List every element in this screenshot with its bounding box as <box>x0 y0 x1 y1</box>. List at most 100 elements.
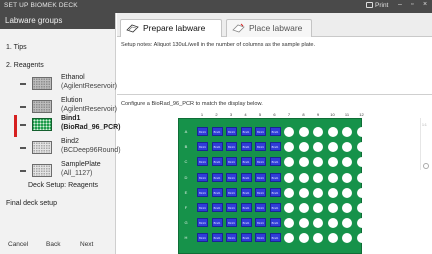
group-tips[interactable]: 1. Tips <box>6 44 27 51</box>
well-empty <box>356 203 367 213</box>
reagent-item-bind2[interactable]: Bind2 (BCDeep96Round) <box>20 138 121 160</box>
zoom-icon[interactable] <box>423 163 429 169</box>
well-filled: Bind1 <box>269 142 281 152</box>
next-button[interactable]: Next <box>80 241 93 248</box>
well-filled: Bind1 <box>197 172 208 182</box>
well-empty <box>298 187 309 198</box>
tab-prepare-labware[interactable]: Prepare labware <box>120 19 222 37</box>
column-label: 5 <box>258 112 262 117</box>
final-deck-setup[interactable]: Final deck setup <box>6 200 57 207</box>
column-label: 6 <box>273 112 276 117</box>
well-empty <box>342 187 352 198</box>
printer-icon <box>366 2 373 8</box>
column-label: 12 <box>359 112 364 117</box>
column-label: 8 <box>302 112 305 117</box>
well-filled: Bind1 <box>255 233 266 243</box>
well-empty <box>313 203 323 213</box>
row-label: B <box>184 144 188 150</box>
well-empty <box>356 127 367 137</box>
labware-icon <box>126 24 139 33</box>
well-filled: Bind1 <box>255 127 266 136</box>
back-button[interactable]: Back <box>46 241 60 248</box>
reagent-item-sampleplate[interactable]: SamplePlate (All_1127) <box>20 161 116 183</box>
reservoir-thumbnail <box>32 100 52 113</box>
close-button[interactable]: × <box>423 1 427 8</box>
group-reagents[interactable]: 2. Reagents <box>6 62 44 69</box>
reagent-labware: (All_1127) <box>61 169 93 177</box>
well-filled: Bind1 <box>211 142 223 152</box>
well-empty <box>298 157 309 168</box>
well-empty <box>356 218 367 229</box>
well-empty <box>284 172 294 183</box>
print-label: Print <box>375 2 389 9</box>
row-label: C <box>184 159 188 165</box>
well-filled: Bind1 <box>226 142 237 152</box>
well-empty <box>327 142 338 153</box>
dash-icon <box>20 170 26 172</box>
well-empty <box>298 142 309 153</box>
well-filled: Bind1 <box>255 157 266 167</box>
well-empty <box>313 127 323 137</box>
column-label: 10 <box>330 112 335 117</box>
reagent-name: SamplePlate <box>61 161 101 168</box>
well-empty <box>356 233 367 244</box>
well-empty <box>284 187 294 198</box>
reagent-labware: (AgilentReservoir) <box>61 82 118 90</box>
well-empty <box>327 233 338 244</box>
well-empty <box>356 187 367 198</box>
configure-instruction: Configure a BioRad_96_PCR to match the d… <box>121 101 263 107</box>
dash-icon <box>20 83 26 85</box>
zoom-label: 1:1 <box>422 123 427 127</box>
column-label: 2 <box>215 112 218 117</box>
well-filled: Bind1 <box>211 187 223 197</box>
well-filled: Bind1 <box>226 218 237 228</box>
print-button[interactable]: Print <box>366 2 388 9</box>
tab-place-labware[interactable]: Place labware <box>226 19 312 37</box>
well-filled: Bind1 <box>226 157 237 167</box>
minimize-button[interactable]: – <box>398 1 402 8</box>
well-filled: Bind1 <box>240 218 252 228</box>
well-filled: Bind1 <box>211 127 223 136</box>
well-filled: Bind1 <box>269 172 281 182</box>
well-filled: Bind1 <box>255 203 266 212</box>
window-title: SET UP BIOMEK DECK <box>4 2 78 9</box>
reagent-labware: (AgilentReservoir) <box>61 105 118 113</box>
well-filled: Bind1 <box>226 203 237 212</box>
well-empty <box>298 127 309 137</box>
well-filled: Bind1 <box>197 218 208 228</box>
well-empty <box>327 157 338 168</box>
well-filled: Bind1 <box>240 172 252 182</box>
well-filled: Bind1 <box>226 127 237 136</box>
reagent-item-bind1[interactable]: Bind1 (BioRad_96_PCR) <box>20 115 121 137</box>
well-filled: Bind1 <box>240 203 252 212</box>
well-filled: Bind1 <box>226 187 237 197</box>
well-filled: Bind1 <box>269 233 281 243</box>
setup-notes: Setup notes: Aliquot 130uL/well in the n… <box>121 42 316 48</box>
well-empty <box>298 203 309 213</box>
labware-groups-panel: Labware groups 1. Tips 2. Reagents Ethan… <box>0 13 121 254</box>
deck-setup-reagents[interactable]: Deck Setup: Reagents <box>28 182 98 189</box>
reagent-name: Bind2 <box>61 138 79 145</box>
well-empty <box>298 218 309 229</box>
reagent-item-ethanol[interactable]: Ethanol (AgilentReservoir) <box>20 74 118 96</box>
well-filled: Bind1 <box>211 218 223 228</box>
well-filled: Bind1 <box>255 187 266 197</box>
well-empty <box>327 127 338 137</box>
well-filled: Bind1 <box>240 127 252 136</box>
panel-header: Labware groups <box>0 13 115 29</box>
cancel-button[interactable]: Cancel <box>8 241 28 248</box>
dash-icon <box>20 124 26 126</box>
row-label: G <box>184 220 188 226</box>
well-filled: Bind1 <box>255 172 266 182</box>
restore-button[interactable]: ▫ <box>411 1 413 8</box>
dash-icon <box>20 106 26 108</box>
reagent-name: Elution <box>61 97 83 104</box>
well-filled: Bind1 <box>269 218 281 228</box>
well-filled: Bind1 <box>255 218 266 228</box>
well-filled: Bind1 <box>211 172 223 182</box>
well-filled: Bind1 <box>197 233 208 243</box>
well-filled: Bind1 <box>197 203 208 212</box>
well-empty <box>342 203 352 213</box>
column-label: 3 <box>229 112 233 117</box>
well-filled: Bind1 <box>240 233 252 243</box>
